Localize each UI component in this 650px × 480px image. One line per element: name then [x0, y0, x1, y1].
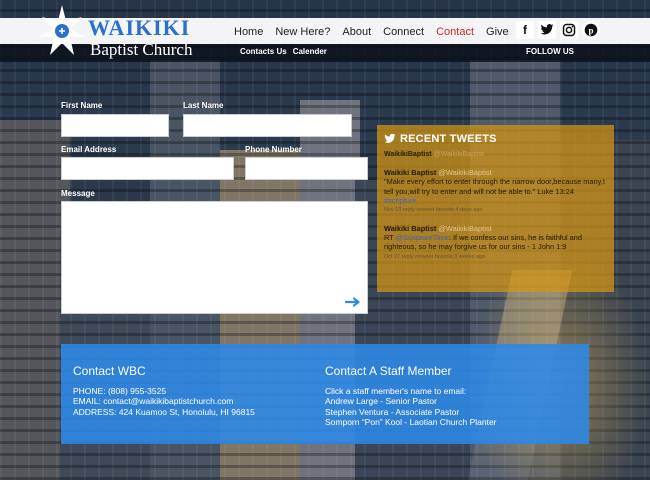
contact-wbc-title: Contact WBC [73, 364, 146, 378]
tweet-handle[interactable]: @WaikikiBaptist [438, 224, 491, 233]
message-field[interactable] [61, 201, 368, 314]
staff-link-somporn-kool[interactable]: Somporn “Pon” Kool - Laotian Church Plan… [325, 417, 497, 427]
tweet-handle[interactable]: @WaikikiBaptist [438, 168, 491, 177]
recent-tweets-panel: RECENT TWEETS WaikikiBaptist @WaikikiBap… [377, 125, 614, 292]
account-name: WaikikiBaptist [384, 151, 432, 158]
logo-subtitle: Baptist Church [90, 40, 193, 59]
staff-section: Contact A Staff Member Click a staff mem… [325, 364, 497, 427]
logo-title: WAIKIKI [88, 15, 191, 40]
email-field[interactable] [61, 157, 234, 180]
nav-contact[interactable]: Contact [430, 26, 480, 38]
twitter-icon[interactable] [538, 21, 556, 39]
church-logo[interactable]: WAIKIKI Baptist Church [34, 3, 229, 59]
contact-info-panel: Contact WBC PHONE: (808) 955-3525 EMAIL:… [61, 344, 589, 444]
facebook-icon[interactable]: f [516, 21, 534, 39]
first-name-field[interactable] [61, 114, 169, 137]
staff-intro: Click a staff member's name to email: [325, 386, 467, 396]
message-label: Message [61, 189, 95, 198]
svg-text:p: p [588, 25, 593, 35]
nav-home[interactable]: Home [228, 26, 269, 38]
twitter-bird-icon [384, 134, 396, 143]
recent-tweets-header: RECENT TWEETS [384, 133, 607, 145]
account-handle: @WaikikiBaptist [433, 151, 484, 158]
email-label: Email Address [61, 145, 117, 154]
main-nav: Home New Here? About Connect Contact Giv… [228, 21, 515, 43]
social-links: f p [516, 21, 600, 39]
tweet-author: Waikiki Baptist [384, 168, 437, 177]
staff-link-stephen-ventura[interactable]: Stephen Ventura - Associate Pastor [325, 407, 497, 417]
phone-label: Phone Number [245, 145, 302, 154]
subnav-contact-us[interactable]: Contacts Us [240, 47, 287, 56]
tweet-mention[interactable]: @ScriptureTime [396, 233, 449, 242]
tweet-link[interactable]: #scripture [384, 196, 416, 205]
tweet-item: Waikiki Baptist @WaikikiBaptist "Make ev… [384, 168, 607, 214]
subnav-calender[interactable]: Calender [293, 47, 327, 56]
sub-nav: Contacts Us Calender [240, 47, 327, 56]
first-name-label: First Name [61, 101, 103, 110]
tweet-item: Waikiki Baptist @WaikikiBaptist RT @Scri… [384, 224, 607, 261]
nav-give[interactable]: Give [480, 26, 515, 38]
tweet-meta: Oct 27 reply retweet favorite 3 weeks ag… [384, 253, 486, 260]
contact-phone: PHONE: (808) 955-3525 [73, 386, 167, 396]
tweet-meta: Nov 13 reply retweet favorite 4 days ago [384, 207, 483, 213]
contact-email[interactable]: EMAIL: contact@waikikibaptistchurch.com [73, 396, 255, 406]
tweet-rt-prefix: RT [384, 233, 394, 243]
contact-address: ADDRESS: 424 Kuamoo St, Honolulu, HI 968… [73, 406, 255, 417]
staff-title: Contact A Staff Member [325, 364, 452, 378]
recent-tweets-title: RECENT TWEETS [400, 133, 497, 145]
tweet-text: "Make every effort to enter through the … [384, 177, 605, 196]
contact-wbc-section: Contact WBC PHONE: (808) 955-3525 EMAIL:… [73, 364, 255, 417]
nav-connect[interactable]: Connect [377, 26, 430, 38]
last-name-field[interactable] [183, 114, 352, 137]
nav-about[interactable]: About [336, 26, 377, 38]
nav-new-here[interactable]: New Here? [269, 26, 336, 38]
site-header: WAIKIKI Baptist Church Home New Here? Ab… [0, 0, 650, 62]
twitter-account[interactable]: WaikikiBaptist @WaikikiBaptist [384, 151, 607, 158]
last-name-label: Last Name [183, 101, 224, 110]
phone-field[interactable] [245, 157, 368, 180]
instagram-icon[interactable] [560, 21, 578, 39]
submit-arrow-icon[interactable] [345, 297, 361, 307]
staff-link-andrew-large[interactable]: Andrew Large - Senior Pastor [325, 396, 497, 406]
follow-us-label: FOLLOW US [526, 47, 574, 56]
pinterest-icon[interactable]: p [582, 21, 600, 39]
tweet-author: Waikiki Baptist [384, 223, 437, 233]
cross-logo-icon [38, 5, 86, 55]
